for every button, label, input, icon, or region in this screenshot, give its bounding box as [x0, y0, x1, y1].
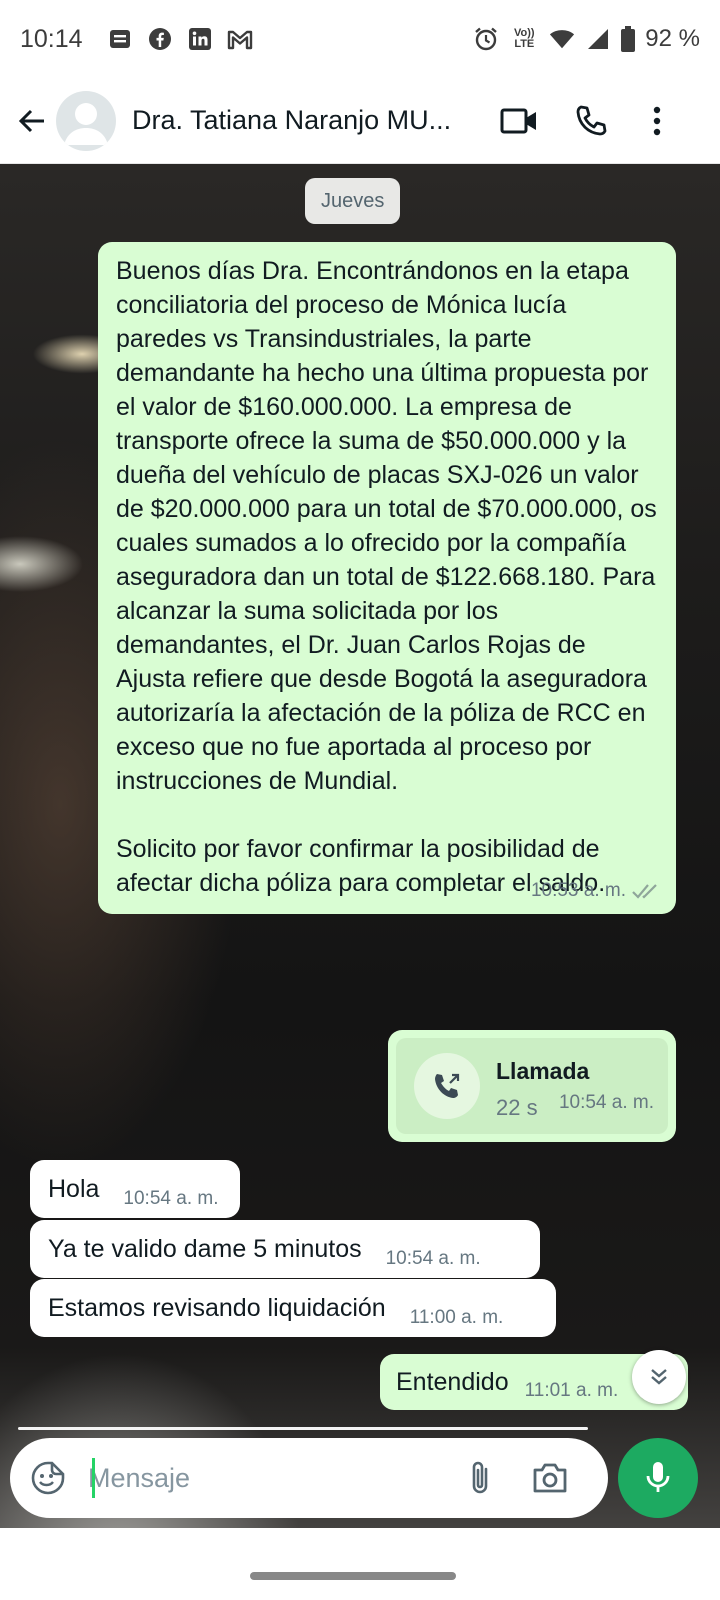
- default-avatar-icon: [64, 102, 108, 145]
- arrow-left-icon: [18, 109, 44, 132]
- message-bubble-outgoing[interactable]: Buenos días Dra. Encontrándonos en la et…: [98, 242, 676, 914]
- voice-record-button[interactable]: [618, 1438, 698, 1518]
- linkedin-icon: [187, 26, 213, 52]
- battery-icon: [621, 26, 636, 52]
- message-time: 10:54 a. m.: [385, 1248, 481, 1269]
- system-navigation-bar: [0, 1528, 720, 1600]
- message-text: Estamos revisando liquidación: [48, 1294, 386, 1322]
- message-time: 10:54 a. m.: [558, 1092, 654, 1113]
- call-message-bubble[interactable]: Llamada 22 s 10:54 a. m.: [388, 1030, 676, 1142]
- sticker-smiley-icon: [31, 1461, 65, 1495]
- home-gesture-pill[interactable]: [250, 1572, 456, 1580]
- status-time: 10:14: [20, 24, 83, 53]
- gmail-icon: [227, 26, 253, 52]
- message-composer: [10, 1438, 608, 1518]
- message-text: Hola: [48, 1175, 100, 1203]
- outgoing-call-icon-circle: [414, 1053, 480, 1119]
- call-card: Llamada 22 s 10:54 a. m.: [396, 1038, 668, 1134]
- paperclip-icon: [472, 1461, 488, 1494]
- status-bar: 10:14 Vo)) LTE 92 %: [0, 0, 720, 78]
- outgoing-call-icon: [435, 1073, 460, 1098]
- text-cursor: [92, 1458, 95, 1498]
- message-time: 11:01 a. m.: [524, 1380, 619, 1401]
- message-bubble-incoming[interactable]: Estamos revisando liquidación 11:00 a. m…: [30, 1279, 556, 1337]
- divider: [18, 1427, 588, 1430]
- chat-header: Dra. Tatiana Naranjo MU...: [0, 78, 720, 164]
- chat-area[interactable]: Jueves Buenos días Dra. Encontrándonos e…: [0, 164, 720, 1556]
- scroll-to-bottom-button[interactable]: [632, 1350, 686, 1404]
- cell-signal-icon: [585, 26, 611, 52]
- voice-call-button[interactable]: [561, 91, 621, 151]
- attach-button[interactable]: [452, 1448, 508, 1508]
- avatar[interactable]: [56, 90, 116, 151]
- double-chevron-down-icon: [651, 1369, 667, 1385]
- date-chip: Jueves: [305, 178, 401, 224]
- phone-icon: [576, 105, 607, 135]
- camera-icon: [533, 1463, 567, 1493]
- message-time: 11:00 a. m.: [409, 1307, 504, 1328]
- facebook-icon: [147, 26, 173, 52]
- video-camera-icon: [500, 108, 536, 133]
- status-left: 10:14: [20, 25, 253, 54]
- camera-button[interactable]: [520, 1448, 580, 1508]
- message-text: Entendido: [396, 1368, 509, 1396]
- status-right: Vo)) LTE 92 %: [473, 25, 700, 53]
- double-check-icon: [632, 884, 657, 899]
- message-time: 10:53 a. m.: [530, 880, 626, 901]
- kebab-menu-icon: [653, 106, 661, 135]
- more-options-button[interactable]: [633, 91, 681, 151]
- call-duration: 22 s: [496, 1095, 538, 1120]
- call-title: Llamada: [496, 1058, 590, 1084]
- message-input[interactable]: [80, 1448, 440, 1508]
- message-meta: 10:53 a. m.: [531, 874, 660, 908]
- contact-name[interactable]: Dra. Tatiana Naranjo MU...: [132, 105, 477, 136]
- volte-label: Vo)) LTE: [514, 27, 535, 50]
- microphone-icon: [646, 1462, 670, 1492]
- notes-icon: [107, 26, 133, 52]
- message-bubble-incoming[interactable]: Hola 10:54 a. m.: [30, 1160, 240, 1218]
- battery-percent: 92 %: [645, 25, 700, 52]
- alarm-icon: [473, 26, 499, 52]
- video-call-button[interactable]: [489, 91, 549, 151]
- back-button[interactable]: [4, 93, 60, 149]
- emoji-button[interactable]: [16, 1446, 80, 1510]
- message-text: Ya te valido dame 5 minutos: [48, 1235, 362, 1263]
- message-bubble-incoming[interactable]: Ya te valido dame 5 minutos 10:54 a. m.: [30, 1220, 540, 1278]
- message-text: Buenos días Dra. Encontrándonos en la et…: [116, 257, 657, 897]
- message-time: 10:54 a. m.: [123, 1188, 219, 1209]
- wifi-icon: [549, 26, 575, 52]
